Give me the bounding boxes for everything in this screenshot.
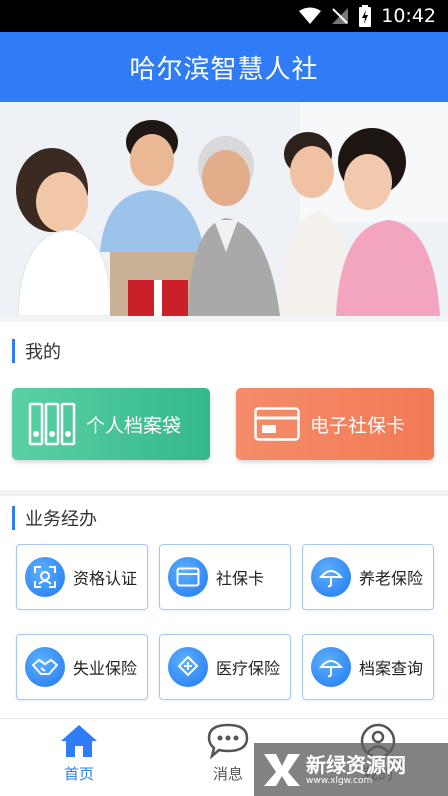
personal-archive-button[interactable]: 个人档案袋 (12, 388, 210, 460)
signal-off-icon (332, 8, 349, 24)
section-title-business: 业务经办 (12, 504, 97, 532)
service-label: 资格认证 (73, 569, 138, 588)
card-icon (168, 557, 208, 597)
service-label: 养老保险 (359, 569, 424, 588)
personal-archive-label: 个人档案袋 (86, 414, 182, 437)
service-medical-insurance[interactable]: 医疗保险 (159, 634, 291, 700)
service-label: 医疗保险 (216, 659, 281, 678)
section-title-mine: 我的 (12, 337, 61, 365)
banner-image[interactable] (0, 102, 448, 316)
wifi-icon (299, 7, 322, 24)
page-title: 哈尔滨智慧人社 (129, 54, 319, 85)
nav-home-label: 首页 (63, 765, 94, 783)
app-screen: 10:42 哈尔滨智慧人社 我的 个人档案袋 电子社保卡 业务经办 资格认证 社… (0, 0, 448, 796)
service-label: 社保卡 (216, 569, 265, 588)
service-pension-insurance[interactable]: 养老保险 (302, 544, 434, 610)
nav-home[interactable]: 首页 (29, 723, 129, 793)
umbrella-icon (311, 647, 351, 687)
handshake-icon (25, 647, 65, 687)
section-accent-bar (12, 339, 15, 363)
app-header: 哈尔滨智慧人社 (0, 32, 448, 102)
mine-section: 我的 个人档案袋 电子社保卡 (0, 322, 448, 490)
service-archive-query[interactable]: 档案查询 (302, 634, 434, 700)
watermark-logo-icon (264, 753, 300, 786)
service-qualification-auth[interactable]: 资格认证 (16, 544, 148, 610)
chat-icon (207, 723, 249, 759)
status-bar: 10:42 (0, 0, 448, 32)
umbrella-icon (311, 557, 351, 597)
business-section: 业务经办 资格认证 社保卡 养老保险 失业保险 医疗保险 档案查询 (0, 496, 448, 718)
service-social-card[interactable]: 社保卡 (159, 544, 291, 610)
binders-icon (28, 402, 76, 446)
battery-charging-icon (359, 5, 372, 27)
watermark-url: www.xlgw.com (306, 775, 373, 786)
e-social-card-label: 电子社保卡 (310, 414, 406, 437)
service-unemployment-insurance[interactable]: 失业保险 (16, 634, 148, 700)
watermark-text: 新绿资源网 (306, 752, 406, 777)
service-label: 档案查询 (359, 659, 424, 678)
face-scan-icon (25, 557, 65, 597)
home-icon (61, 725, 97, 757)
section-title-text: 我的 (25, 342, 61, 363)
family-photo-illustration (0, 102, 448, 316)
section-accent-bar (12, 506, 15, 530)
card-icon (254, 407, 300, 441)
e-social-card-button[interactable]: 电子社保卡 (236, 388, 434, 460)
medical-icon (168, 647, 208, 687)
watermark: 新绿资源网 www.xlgw.com (254, 743, 448, 796)
nav-messages-label: 消息 (212, 765, 243, 783)
service-label: 失业保险 (73, 659, 138, 678)
status-time: 10:42 (381, 5, 436, 27)
section-title-text: 业务经办 (25, 509, 97, 530)
